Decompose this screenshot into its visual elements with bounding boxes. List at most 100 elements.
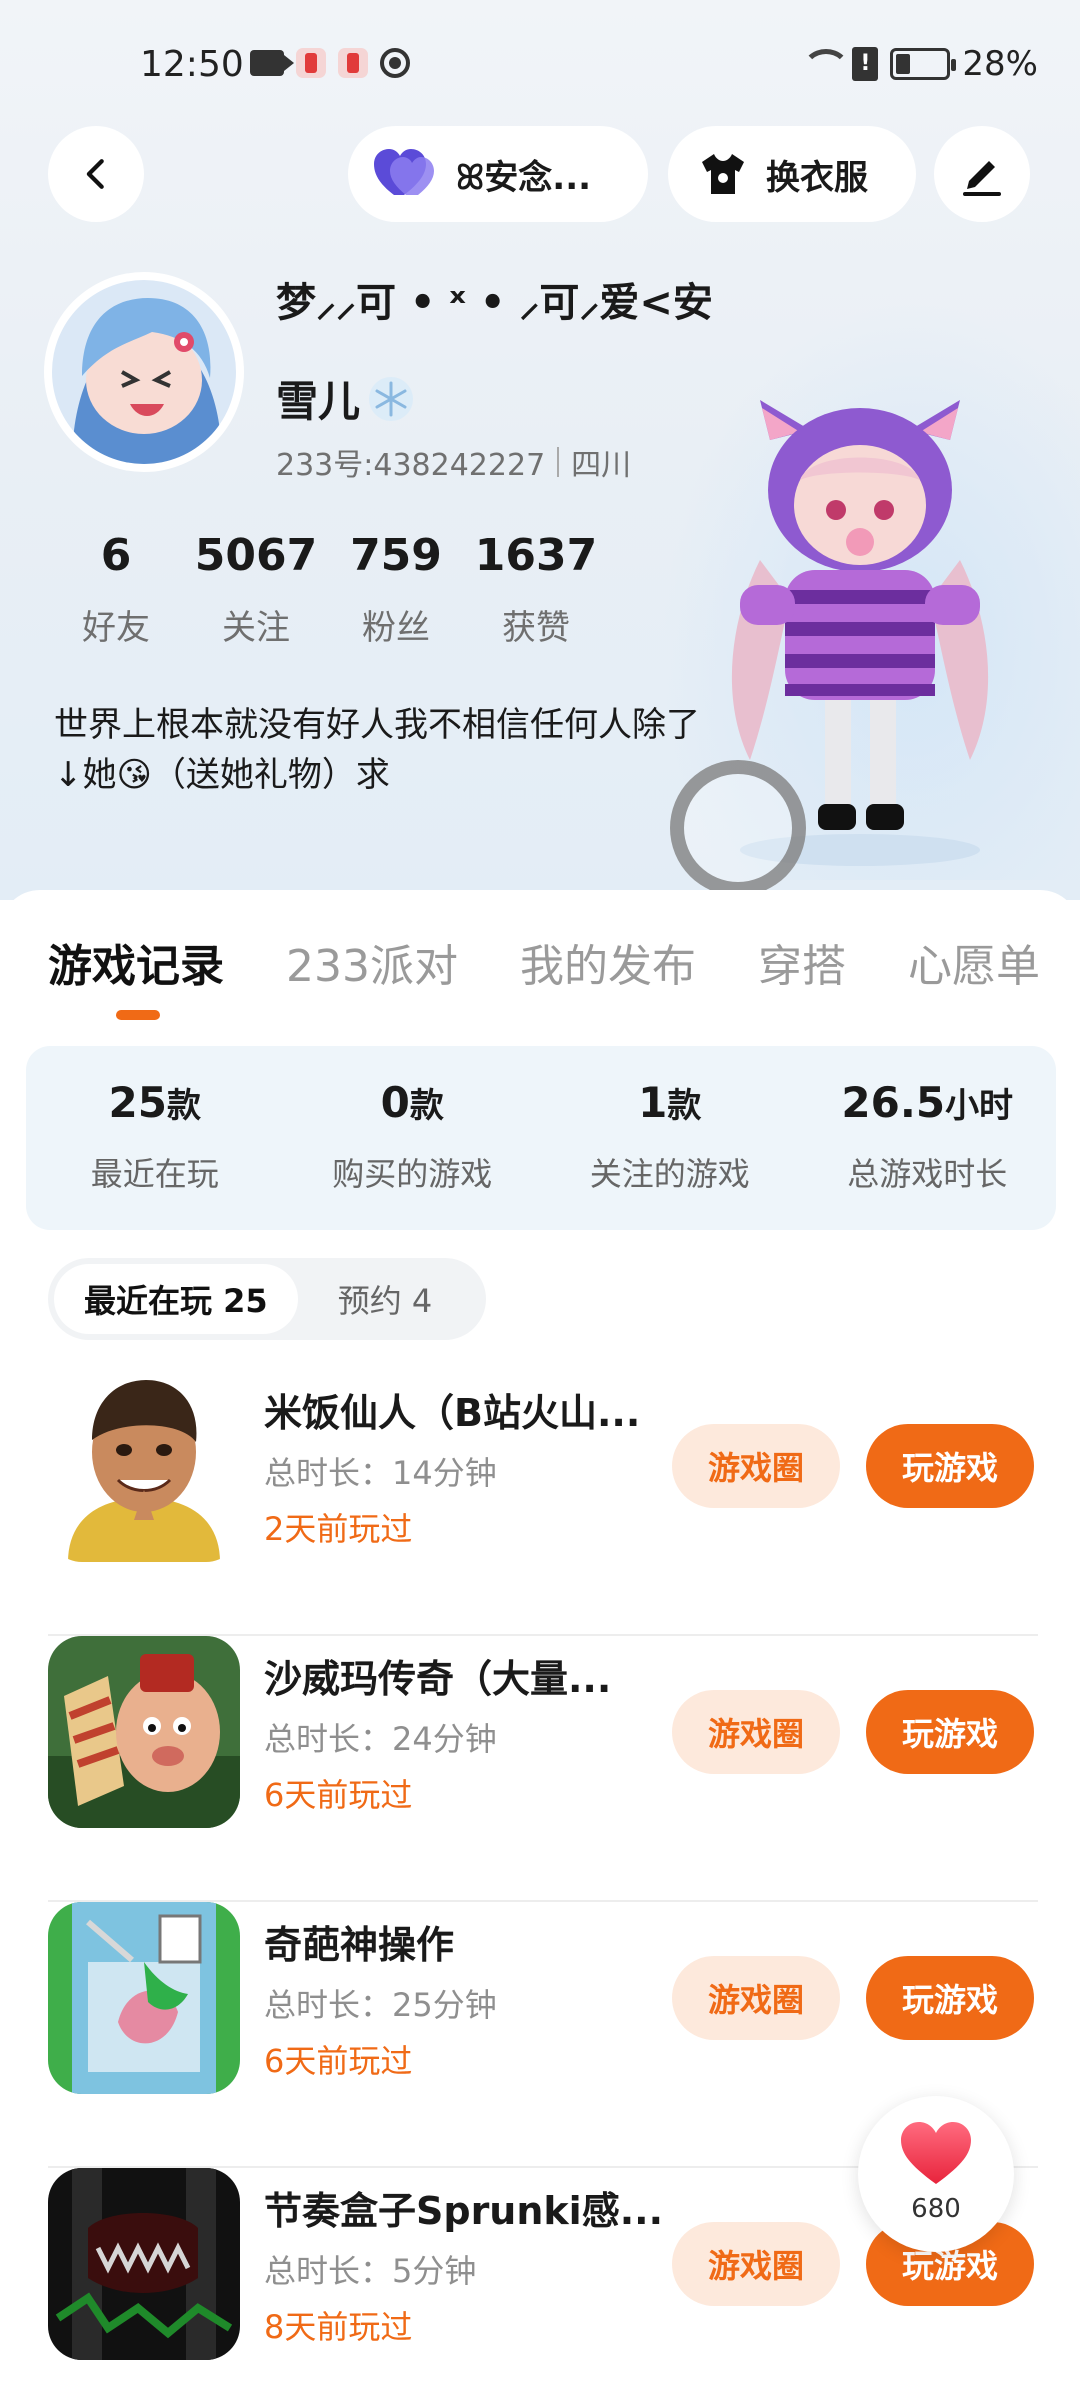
- chevron-left-icon: [86, 159, 104, 189]
- stat-fans[interactable]: 759 粉丝: [326, 526, 466, 649]
- summary-unit: 款: [166, 1086, 201, 1126]
- status-time: 12:50: [140, 44, 244, 85]
- video-camera-icon: [250, 50, 294, 76]
- summary-label: 最近在玩: [90, 1155, 219, 1193]
- avatar[interactable]: [44, 272, 244, 472]
- summary-unit: 小时: [945, 1086, 1014, 1126]
- game-duration: 总时长：14分钟: [264, 1454, 497, 1492]
- summary-value: 0: [380, 1078, 410, 1127]
- play-game-button[interactable]: 玩游戏: [866, 1956, 1034, 2040]
- change-outfit-button[interactable]: 换衣服: [668, 126, 916, 222]
- summary-recent-played[interactable]: 25款 最近在玩: [26, 1046, 284, 1230]
- tab-outfits[interactable]: 穿搭: [758, 930, 846, 994]
- game-circle-button[interactable]: 游戏圈: [672, 1424, 840, 1508]
- nickname: 雪儿: [276, 377, 361, 426]
- game-title: 沙威玛传奇（大量...: [264, 1657, 612, 1701]
- record-button[interactable]: [670, 760, 806, 896]
- summary-unit: 款: [667, 1086, 702, 1126]
- game-circle-button[interactable]: 游戏圈: [672, 1956, 840, 2040]
- game-circle-button[interactable]: 游戏圈: [672, 2222, 840, 2306]
- status-system-icons: ! 28%: [802, 44, 1038, 84]
- battery-percent: 28%: [962, 44, 1038, 84]
- game-row[interactable]: 米饭仙人（B站火山... 总时长：14分钟 2天前玩过 游戏圈 玩游戏: [48, 1370, 1038, 1636]
- summary-value: 26.5: [841, 1078, 946, 1127]
- like-floating-button[interactable]: 680: [858, 2096, 1014, 2252]
- profile-stats: 6 好友 5067 关注 759 粉丝 1637 获赞: [46, 526, 606, 649]
- game-summary-panel: 25款 最近在玩 0款 购买的游戏 1款 关注的游戏 26.5小时 总游戏时长: [26, 1046, 1056, 1230]
- tab-my-posts[interactable]: 我的发布: [520, 930, 696, 994]
- profile-tabs: 游戏记录 233派对 我的发布 穿搭 心愿单: [48, 930, 1080, 994]
- game-last-played: 6天前玩过: [264, 1776, 413, 1814]
- stat-value: 6: [100, 530, 132, 581]
- active-tab-indicator: [116, 1010, 160, 1020]
- summary-unit: 款: [409, 1086, 444, 1126]
- signature-name: 梦⸝⸝可 • ˣ • ⸝可⸝爱<安: [276, 280, 713, 326]
- game-last-played: 8天前玩过: [264, 2308, 413, 2346]
- recent-subtabs: 最近在玩 25 预约 4: [48, 1258, 486, 1340]
- stat-friends[interactable]: 6 好友: [46, 526, 186, 649]
- cp-name: ꕤ安念...: [456, 157, 592, 198]
- tab-wishlist[interactable]: 心愿单: [908, 930, 1040, 994]
- summary-total-time[interactable]: 26.5小时 总游戏时长: [799, 1046, 1057, 1230]
- back-button[interactable]: [48, 126, 144, 222]
- location: 四川: [571, 448, 632, 483]
- game-duration: 总时长：5分钟: [264, 2252, 477, 2290]
- summary-value: 1: [638, 1078, 668, 1127]
- stat-label: 关注: [222, 608, 290, 648]
- user-id-row: 233号:438242227 四川: [276, 440, 631, 484]
- cp-relationship-button[interactable]: ꕤ安念...: [348, 126, 648, 222]
- summary-label: 购买的游戏: [332, 1155, 493, 1193]
- anime-avatar-image: [52, 280, 236, 464]
- app-notification-icon: [338, 48, 368, 78]
- nickname-row: 雪儿: [276, 368, 416, 429]
- subtab-reservations[interactable]: 预约 4: [298, 1264, 433, 1334]
- summary-followed[interactable]: 1款 关注的游戏: [541, 1046, 799, 1230]
- game-duration: 总时长：25分钟: [264, 1986, 497, 2024]
- game-duration: 总时长：24分钟: [264, 1720, 497, 1758]
- app-notification-icon: [296, 48, 326, 78]
- battery-icon: [890, 48, 957, 80]
- stat-label: 好友: [82, 608, 150, 648]
- tshirt-icon: [702, 154, 744, 194]
- game-icon: [48, 1902, 240, 2094]
- summary-value: 25: [108, 1078, 167, 1127]
- heart-icon: [901, 2122, 971, 2184]
- double-heart-icon: [374, 149, 434, 195]
- stat-label: 粉丝: [362, 608, 430, 648]
- tab-game-records[interactable]: 游戏记录: [48, 930, 224, 994]
- sim-alert-icon: !: [852, 47, 879, 81]
- stat-following[interactable]: 5067 关注: [186, 526, 326, 649]
- play-game-button[interactable]: 玩游戏: [866, 1690, 1034, 1774]
- change-outfit-label: 换衣服: [766, 157, 868, 198]
- stat-value: 1637: [474, 530, 598, 581]
- like-count: 680: [911, 2194, 961, 2224]
- divider: [557, 447, 560, 477]
- subtab-recent-played[interactable]: 最近在玩 25: [54, 1264, 298, 1334]
- snowflake-icon: [369, 376, 414, 421]
- user-id[interactable]: 233号:438242227: [276, 440, 545, 484]
- profile-bio: 世界上根本就没有好人我不相信任何人除了↓她😘（送她礼物）求: [54, 705, 700, 795]
- summary-purchased[interactable]: 0款 购买的游戏: [284, 1046, 542, 1230]
- game-circle-button[interactable]: 游戏圈: [672, 1690, 840, 1774]
- screen-record-icon: [380, 48, 410, 78]
- game-row[interactable]: 沙威玛传奇（大量... 总时长：24分钟 6天前玩过 游戏圈 玩游戏: [48, 1636, 1038, 1902]
- stat-likes[interactable]: 1637 获赞: [466, 526, 606, 649]
- status-notification-icons: [250, 48, 410, 78]
- game-icon: [48, 1636, 240, 1828]
- game-title: 节奏盒子Sprunki感...: [264, 2189, 664, 2233]
- summary-label: 总游戏时长: [847, 1155, 1008, 1193]
- stat-label: 获赞: [502, 608, 570, 648]
- game-title: 奇葩神操作: [264, 1923, 455, 1967]
- tab-233-party[interactable]: 233派对: [286, 930, 458, 994]
- stat-value: 759: [350, 530, 442, 581]
- game-icon: [48, 2168, 240, 2360]
- game-icon: [48, 1370, 240, 1562]
- play-game-button[interactable]: 玩游戏: [866, 1424, 1034, 1508]
- edit-profile-button[interactable]: [934, 126, 1030, 222]
- wifi-icon: [802, 49, 851, 79]
- status-bar: 12:50 ! 28%: [0, 0, 1080, 130]
- game-last-played: 6天前玩过: [264, 2042, 413, 2080]
- game-title: 米饭仙人（B站火山...: [264, 1391, 641, 1435]
- summary-label: 关注的游戏: [589, 1155, 750, 1193]
- stat-value: 5067: [194, 530, 318, 581]
